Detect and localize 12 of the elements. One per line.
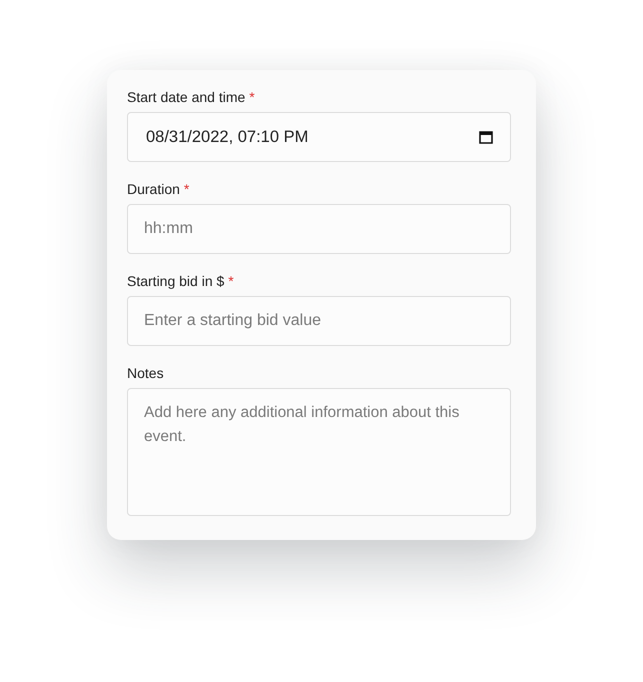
input-field[interactable]: hh:mm <box>127 204 511 254</box>
required-mark: * <box>249 89 255 105</box>
notes-field[interactable]: Add here any additional information about this event. <box>127 388 511 516</box>
field-label: Duration <box>127 181 180 197</box>
field-label: Notes <box>127 365 164 381</box>
calendar-icon[interactable] <box>479 130 493 144</box>
date-time-field[interactable]: 08/31/2022, 07:10 PM <box>127 112 511 162</box>
required-mark: * <box>184 181 190 197</box>
required-mark: * <box>228 273 234 289</box>
field-label: Start date and time <box>127 89 246 105</box>
field-label: Starting bid in $ <box>127 273 224 289</box>
input-field[interactable]: Enter a starting bid value <box>127 296 511 346</box>
